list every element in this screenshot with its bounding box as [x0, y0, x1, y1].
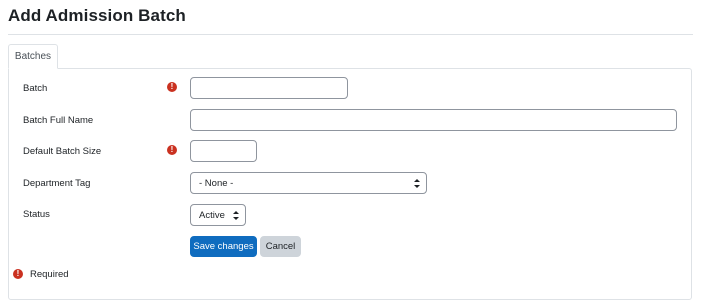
save-changes-button[interactable]: Save changes	[190, 236, 257, 257]
required-icon: !	[167, 145, 177, 155]
status-selected: Active	[199, 209, 225, 221]
cancel-button[interactable]: Cancel	[260, 236, 301, 257]
status-select[interactable]: Active	[190, 204, 246, 226]
page-title: Add Admission Batch	[8, 6, 186, 25]
batch-full-name-input[interactable]	[190, 109, 677, 131]
required-icon: !	[13, 269, 23, 279]
batch-input[interactable]	[190, 77, 348, 99]
required-icon: !	[167, 82, 177, 92]
department-tag-label: Department Tag	[23, 178, 91, 189]
required-note: Required	[30, 269, 69, 280]
updown-caret-icon	[233, 211, 239, 220]
batch-label: Batch	[23, 83, 48, 94]
default-batch-size-label: Default Batch Size	[23, 146, 102, 157]
department-tag-select[interactable]: - None -	[190, 172, 427, 194]
updown-caret-icon	[414, 179, 420, 188]
department-tag-selected: - None -	[199, 177, 234, 189]
tab-batches[interactable]: Batches	[8, 44, 58, 69]
default-batch-size-input[interactable]	[190, 140, 257, 162]
status-label: Status	[23, 209, 50, 220]
title-divider	[8, 34, 693, 35]
batch-full-name-label: Batch Full Name	[23, 115, 94, 126]
